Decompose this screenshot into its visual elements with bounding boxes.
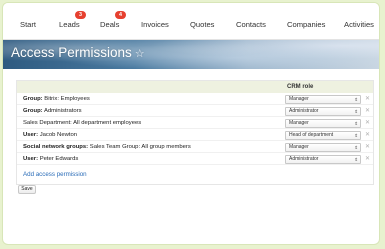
nav-item-invoices[interactable]: Invoices <box>141 20 169 29</box>
remove-permission-icon[interactable]: ✕ <box>365 131 370 139</box>
selected-role: Manager <box>289 143 309 150</box>
permission-subject: User: Peter Edwards <box>23 156 78 162</box>
nav-item-deals[interactable]: Deals <box>100 20 119 29</box>
page-header-banner: Access Permissions ☆ <box>3 40 379 69</box>
crm-role-select[interactable]: Administrator ⇕ <box>285 154 361 164</box>
subject-name: Sales Team Group: All group members <box>89 144 191 150</box>
nav-item-activities[interactable]: Activities <box>344 20 374 29</box>
subject-name: Administrators <box>43 108 82 114</box>
permission-row: User: Peter Edwards Administrator ⇕ ✕ <box>17 153 373 165</box>
subject-name: Bitrix: Employees <box>44 96 90 102</box>
selected-role: Manager <box>289 119 309 126</box>
remove-permission-icon[interactable]: ✕ <box>365 155 370 163</box>
permission-subject: Sales Department: All department employe… <box>23 120 142 126</box>
permission-row: Group: Bitrix: Employees Manager ⇕ ✕ <box>17 93 373 105</box>
page-title: Access Permissions ☆ <box>11 45 145 60</box>
remove-permission-icon[interactable]: ✕ <box>365 143 370 151</box>
remove-permission-icon[interactable]: ✕ <box>365 119 370 127</box>
favorite-star-icon[interactable]: ☆ <box>135 47 145 60</box>
subject-type: User: <box>23 132 39 138</box>
subject-type: Social network groups: <box>23 144 89 150</box>
permission-subject: Group: Bitrix: Employees <box>23 96 90 102</box>
select-arrows-icon: ⇕ <box>354 156 358 162</box>
deals-count-badge: 4 <box>115 11 126 19</box>
permission-row: Social network groups: Sales Team Group:… <box>17 141 373 153</box>
remove-permission-icon[interactable]: ✕ <box>365 107 370 115</box>
crm-role-select[interactable]: Head of department ⇕ <box>285 130 361 140</box>
permission-subject: User: Jacob Newton <box>23 132 77 138</box>
crm-role-select[interactable]: Manager ⇕ <box>285 118 361 128</box>
permissions-table: CRM role Group: Bitrix: Employees Manage… <box>16 80 374 185</box>
permission-row: Sales Department: All department employe… <box>17 117 373 129</box>
subject-name: Jacob Newton <box>39 132 78 138</box>
nav-item-leads[interactable]: Leads <box>59 20 80 29</box>
subject-type: Group: <box>23 96 43 102</box>
app-window: Start Leads 3 Deals 4 Invoices Quotes Co… <box>3 3 379 244</box>
permission-row: Group: Administrators Administrator ⇕ ✕ <box>17 105 373 117</box>
selected-role: Manager <box>289 95 309 102</box>
add-access-permission-link[interactable]: Add access permission <box>23 171 87 178</box>
nav-item-quotes[interactable]: Quotes <box>190 20 214 29</box>
crm-role-select[interactable]: Manager ⇕ <box>285 142 361 152</box>
select-arrows-icon: ⇕ <box>354 132 358 138</box>
select-arrows-icon: ⇕ <box>354 108 358 114</box>
nav-item-contacts[interactable]: Contacts <box>236 20 266 29</box>
table-header: CRM role <box>17 81 373 93</box>
top-navigation: Start Leads 3 Deals 4 Invoices Quotes Co… <box>3 3 379 40</box>
select-arrows-icon: ⇕ <box>354 120 358 126</box>
save-button[interactable]: Save <box>18 185 36 194</box>
nav-item-start[interactable]: Start <box>20 20 36 29</box>
permission-subject: Social network groups: Sales Team Group:… <box>23 144 191 150</box>
permission-subject: Group: Administrators <box>23 108 82 114</box>
selected-role: Head of department <box>289 131 334 138</box>
subject-type: User: <box>23 156 39 162</box>
permission-row: User: Jacob Newton Head of department ⇕ ✕ <box>17 129 373 141</box>
crm-role-select[interactable]: Administrator ⇕ <box>285 106 361 116</box>
page-title-text: Access Permissions <box>11 45 132 60</box>
subject-type: Group: <box>23 108 43 114</box>
column-header-crm-role: CRM role <box>287 84 314 90</box>
selected-role: Administrator <box>289 155 319 162</box>
leads-count-badge: 3 <box>75 11 86 19</box>
remove-permission-icon[interactable]: ✕ <box>365 95 370 103</box>
crm-role-select[interactable]: Manager ⇕ <box>285 94 361 104</box>
selected-role: Administrator <box>289 107 319 114</box>
select-arrows-icon: ⇕ <box>354 144 358 150</box>
select-arrows-icon: ⇕ <box>354 96 358 102</box>
subject-name: Peter Edwards <box>39 156 79 162</box>
nav-item-companies[interactable]: Companies <box>287 20 325 29</box>
